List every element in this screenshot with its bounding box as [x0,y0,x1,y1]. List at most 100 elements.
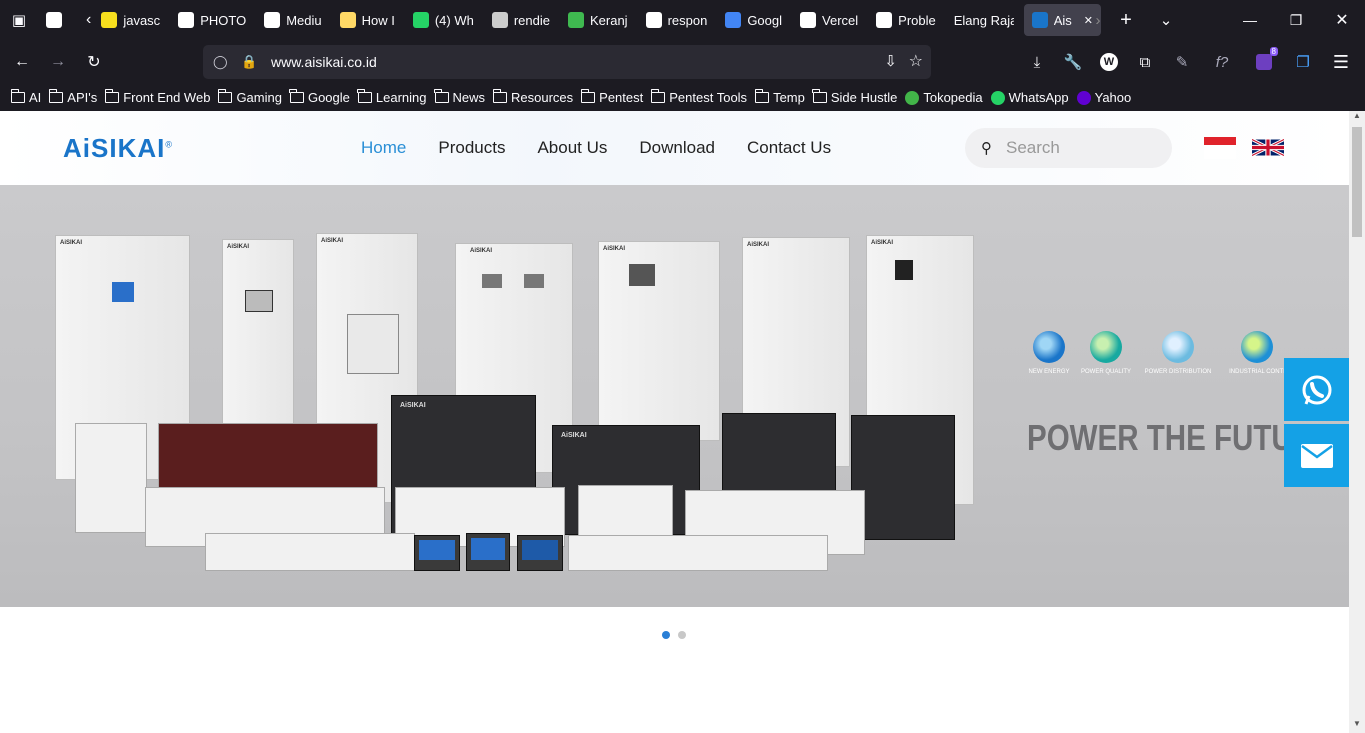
web-page: AiSIKAI® Home Products About Us Download Con… [0,111,1349,733]
clipboard-extension-icon[interactable]: ❐ [1287,46,1319,78]
indonesia-flag-icon[interactable] [1204,137,1236,159]
shield-icon[interactable]: ◯ [213,54,235,70]
tab-strip: ‹ javasc PHOTO Mediu How I (4) Wh rendie Keranj… [38,4,1101,36]
tab-label: rendie [513,12,550,28]
browser-chrome: ▣ ‹ javasc PHOTO Mediu How I (4) Wh rendie Kera… [0,0,1365,111]
browser-tab[interactable]: respon [638,4,716,36]
browser-tab[interactable] [38,4,76,36]
bookmark-item[interactable]: News [432,89,489,105]
tab-label: Aisi [1053,12,1072,28]
bookmark-item[interactable]: Pentest [578,89,646,105]
menu-icon[interactable]: ☰ [1325,46,1357,78]
browser-tab[interactable]: (4) Wh [405,4,482,36]
google-icon [645,12,662,28]
scroll-tabs-left-icon[interactable]: ‹ [86,11,91,29]
nav-item[interactable]: Products [438,138,505,158]
bookmark-item[interactable]: API's [46,89,100,105]
category-label: POWER QUALITY [1080,369,1131,375]
forward-button[interactable]: → [40,44,76,80]
function-icon[interactable]: f? [1206,46,1238,78]
browser-tab[interactable]: PHOTO [170,4,254,36]
search-box[interactable]: ⚲ Search [965,128,1172,168]
folder-icon [754,89,770,103]
bookmark-label: Front End Web [123,90,211,105]
nav-item[interactable]: About Us [537,138,607,158]
url-bar[interactable]: ◯ 🔒 www.aisikai.co.id ⇩ ☆ [203,45,931,79]
browser-tab[interactable]: rendie [484,4,558,36]
hero-banner[interactable]: AiSIKAI AiSIKAI AiSIKAI AiSIKAI AiSIKAI … [0,185,1349,607]
page-scrollbar[interactable]: ▲ ▼ [1349,111,1365,733]
browser-tab[interactable]: Googl [717,4,790,36]
list-all-tabs-icon[interactable]: ⌄ [1148,0,1184,40]
extensions-puzzle-icon[interactable]: ⧉ [1129,46,1161,78]
restore-button[interactable]: ❐ [1273,0,1319,40]
nav-item[interactable]: Home [361,138,406,158]
bookmark-item[interactable]: Pentest Tools [648,89,750,105]
search-input[interactable]: Search [1006,138,1060,158]
category-label: POWER DISTRIBUTION [1144,369,1212,375]
bookmark-item[interactable]: Google [287,89,353,105]
tab-label: (4) Wh [434,12,474,28]
scroll-down-icon[interactable]: ▼ [1349,719,1365,733]
url-text[interactable]: www.aisikai.co.id [271,54,377,70]
bookmark-item[interactable]: Temp [752,89,808,105]
bookmark-item[interactable]: Gaming [215,89,285,105]
browser-tab[interactable]: Vercel [792,4,866,36]
scrollbar-thumb[interactable] [1352,127,1362,237]
bookmark-item[interactable]: Learning [355,89,430,105]
search-icon[interactable]: ⚲ [981,139,992,157]
bookmark-item[interactable]: WhatsApp [988,90,1072,105]
wrench-icon[interactable]: 🔧 [1057,46,1089,78]
category-industrial-control[interactable]: INDUSTRIAL CONTI [1222,331,1292,375]
face-icon [339,12,356,28]
uk-flag-icon[interactable] [1252,137,1284,158]
wikipedia-extension-icon[interactable]: W [1093,46,1125,78]
mail-icon [1300,443,1333,468]
scroll-up-icon[interactable]: ▲ [1349,111,1365,125]
minimize-button[interactable]: — [1227,0,1273,40]
browser-tab[interactable]: ‹ javasc [78,4,168,36]
browser-tab[interactable]: How I [332,4,403,36]
bookmark-item[interactable]: Tokopedia [902,90,985,105]
color-picker-icon[interactable]: ✎ [1166,46,1198,78]
downloads-icon[interactable]: ⤓ [1021,46,1053,78]
owl-icon [567,12,584,28]
folder-icon [434,89,449,103]
whatsapp-float-button[interactable] [1284,358,1349,421]
bookmark-item[interactable]: Side Hustle [810,89,900,105]
bookmark-star-icon[interactable]: ☆ [909,51,923,71]
google-icon [46,12,62,28]
carousel-dot[interactable] [662,631,670,639]
reload-button[interactable]: ↻ [76,44,112,80]
shield-extension-icon[interactable]: 8 [1248,46,1280,78]
acb-breaker-4 [851,415,955,540]
category-power-distribution[interactable]: POWER DISTRIBUTION [1143,331,1213,375]
bookmark-item[interactable]: Yahoo [1074,90,1135,105]
category-label: INDUSTRIAL CONTI [1229,369,1285,375]
browser-tab[interactable]: Proble [868,4,944,36]
browser-tab[interactable]: Keranj [560,4,636,36]
cabinet-label: AiSIKAI [321,238,344,244]
bookmark-item[interactable]: Resources [490,89,576,105]
folder-icon [48,89,64,103]
bookmark-item[interactable]: Front End Web [102,89,213,105]
email-float-button[interactable] [1284,424,1349,487]
site-logo[interactable]: AiSIKAI® [63,133,173,164]
lock-icon[interactable]: 🔒 [241,54,263,70]
nav-item[interactable]: Download [639,138,715,158]
install-app-icon[interactable]: ⇩ [884,52,897,70]
tab-manager-icon[interactable]: ▣ [0,0,38,40]
bookmark-label: Temp [773,90,805,105]
translate-icon [725,12,742,28]
carousel-dot[interactable] [678,631,686,639]
browser-tab[interactable]: Elang Raja [946,4,1022,36]
breaker-label: AiSIKAI [561,432,587,439]
category-power-quality[interactable]: POWER QUALITY [1071,331,1141,375]
close-window-button[interactable]: ✕ [1319,0,1365,40]
folder-icon [104,89,120,103]
bookmark-item[interactable]: AI [8,89,44,105]
browser-tab[interactable]: Mediu [256,4,329,36]
nav-item[interactable]: Contact Us [747,138,831,158]
back-button[interactable]: ← [4,44,40,80]
new-tab-button[interactable]: + [1108,0,1144,40]
